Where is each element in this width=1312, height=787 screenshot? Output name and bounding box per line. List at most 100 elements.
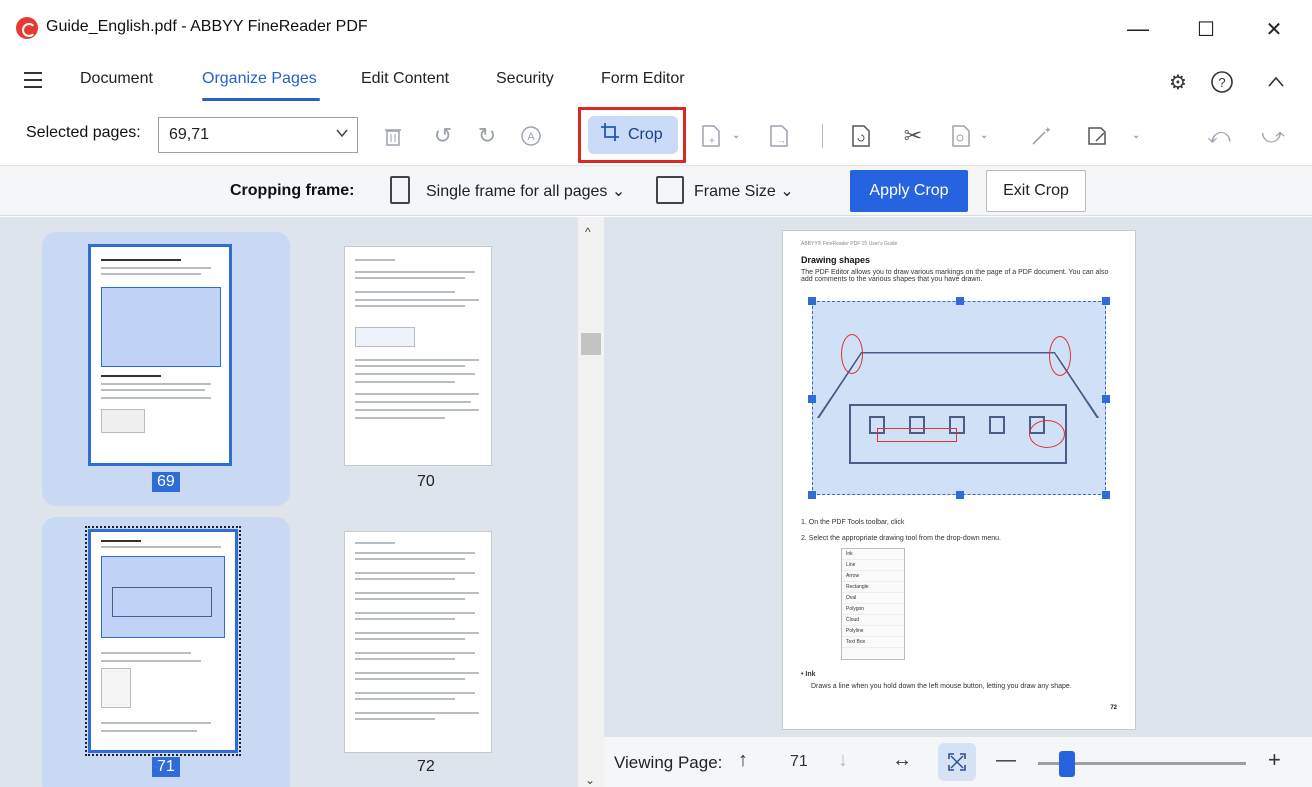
hamburger-menu-icon[interactable] bbox=[24, 72, 42, 88]
thumbnail-page-number: 70 bbox=[417, 473, 435, 490]
single-frame-dropdown[interactable]: Single frame for all pages ⌄ bbox=[426, 181, 625, 201]
svg-text:A: A bbox=[527, 131, 535, 143]
page-intro-text: The PDF Editor allows you to draw variou… bbox=[801, 269, 1109, 283]
tool-rectangle: Rectangle bbox=[842, 582, 904, 593]
auto-rotate-icon[interactable]: A bbox=[516, 121, 546, 151]
selected-pages-combobox[interactable]: 69,71 bbox=[158, 117, 358, 153]
fit-width-icon[interactable]: ↔ bbox=[892, 749, 912, 772]
thumbnail-page-70[interactable]: 70 bbox=[300, 232, 548, 506]
settings-gear-icon[interactable]: ⚙ bbox=[1164, 68, 1192, 96]
tool-line: Line bbox=[842, 560, 904, 571]
help-icon[interactable]: ? bbox=[1208, 68, 1236, 96]
page-thumbnails-pane: 69 70 71 72 bbox=[0, 217, 578, 787]
thumbnail-page-image bbox=[344, 246, 492, 466]
tab-form-editor[interactable]: Form Editor bbox=[601, 70, 685, 88]
viewing-page-label: Viewing Page: bbox=[614, 753, 723, 772]
delete-trash-icon[interactable] bbox=[378, 121, 408, 151]
crop-overlay bbox=[101, 556, 225, 638]
tab-security[interactable]: Security bbox=[496, 70, 554, 88]
add-page-icon[interactable]: + bbox=[696, 121, 726, 151]
selected-pages-value: 69,71 bbox=[169, 126, 210, 143]
tool-polyline: Polyline bbox=[842, 626, 904, 637]
page-heading: Drawing shapes bbox=[801, 255, 871, 265]
scroll-down-arrow-icon[interactable]: ⌄ bbox=[585, 773, 595, 787]
tool-arrow: Arrow bbox=[842, 571, 904, 582]
crop-handle-bottom-left[interactable] bbox=[808, 491, 816, 499]
split-scissors-icon[interactable]: ✂ bbox=[898, 121, 928, 151]
scrollbar-thumb[interactable] bbox=[581, 333, 601, 355]
toolbar-divider bbox=[822, 124, 823, 148]
tab-edit-content[interactable]: Edit Content bbox=[361, 70, 449, 88]
crop-overlay bbox=[101, 287, 221, 367]
page-search-icon[interactable] bbox=[946, 121, 976, 151]
current-page-number[interactable]: 71 bbox=[790, 753, 808, 771]
tool-ink: Ink bbox=[842, 549, 904, 560]
save-edit-icon[interactable] bbox=[1082, 121, 1112, 151]
crop-handle-top-left[interactable] bbox=[808, 297, 816, 305]
thumbnail-page-number: 71 bbox=[152, 757, 180, 777]
tool-polygon: Polygon bbox=[842, 604, 904, 615]
rotate-right-icon[interactable]: ↻ bbox=[472, 121, 502, 151]
cropping-frame-label: Cropping frame: bbox=[230, 182, 355, 199]
maximize-button[interactable]: ☐ bbox=[1184, 10, 1228, 48]
thumbnail-page-72[interactable]: 72 bbox=[300, 517, 548, 787]
previous-page-arrow-icon[interactable]: ↑ bbox=[738, 749, 748, 772]
minimize-button[interactable]: — bbox=[1116, 10, 1160, 48]
svg-text:+: + bbox=[709, 136, 715, 147]
extract-page-icon[interactable]: → bbox=[764, 121, 794, 151]
thumbnails-scrollbar[interactable]: ^ ⌄ bbox=[578, 217, 604, 787]
redo-icon[interactable]: ⤻ bbox=[1258, 121, 1288, 151]
menu-bar: Document Organize Pages Edit Content Sec… bbox=[0, 58, 1312, 104]
frame-size-dropdown[interactable]: Frame Size ⌄ bbox=[694, 181, 794, 201]
active-tab-indicator bbox=[202, 98, 320, 101]
frame-size-dropdown-label: Frame Size bbox=[694, 183, 776, 200]
tab-organize-pages[interactable]: Organize Pages bbox=[202, 70, 317, 88]
thumbnail-page-69[interactable]: 69 bbox=[42, 232, 290, 506]
thumbnail-page-71[interactable]: 71 bbox=[42, 517, 290, 787]
close-button[interactable]: ✕ bbox=[1252, 10, 1296, 48]
zoom-out-icon[interactable]: — bbox=[996, 749, 1016, 772]
chevron-down-icon[interactable] bbox=[335, 125, 349, 141]
fit-page-icon[interactable] bbox=[938, 743, 976, 781]
window-title: Guide_English.pdf - ABBYY FineReader PDF bbox=[46, 18, 368, 35]
finereader-logo-icon bbox=[16, 17, 38, 39]
page-step-1: 1. On the PDF Tools toolbar, click bbox=[801, 519, 905, 526]
title-bar: Guide_English.pdf - ABBYY FineReader PDF… bbox=[0, 0, 1312, 58]
undo-icon[interactable]: ⤺ bbox=[1204, 121, 1234, 151]
single-frame-icon bbox=[390, 176, 410, 204]
next-page-arrow-icon[interactable]: ↓ bbox=[838, 749, 848, 772]
single-frame-dropdown-label: Single frame for all pages bbox=[426, 183, 608, 200]
scroll-up-arrow-icon[interactable]: ^ bbox=[585, 225, 591, 239]
save-edit-dropdown-caret[interactable]: ⌄ bbox=[1132, 130, 1140, 141]
svg-text:✦: ✦ bbox=[1044, 125, 1052, 135]
document-page: ABBYY® FineReader PDF 15 User's Guide Dr… bbox=[782, 230, 1136, 730]
thumbnail-page-number: 69 bbox=[152, 472, 180, 492]
page-number: 72 bbox=[1110, 705, 1117, 711]
crop-handle-bottom[interactable] bbox=[956, 491, 964, 499]
replace-page-icon[interactable] bbox=[846, 121, 876, 151]
add-page-dropdown-caret[interactable]: ⌄ bbox=[732, 130, 740, 141]
crop-handle-left[interactable] bbox=[808, 395, 816, 403]
thumbnail-page-image bbox=[344, 531, 492, 753]
collapse-ribbon-chevron-icon[interactable] bbox=[1262, 68, 1290, 96]
house-drawing bbox=[816, 324, 1100, 474]
page-header: ABBYY® FineReader PDF 15 User's Guide bbox=[801, 241, 898, 247]
crop-handle-right[interactable] bbox=[1102, 395, 1110, 403]
zoom-slider-thumb[interactable] bbox=[1059, 751, 1076, 777]
magic-wand-icon[interactable]: ✦ bbox=[1026, 121, 1056, 151]
exit-crop-button[interactable]: Exit Crop bbox=[986, 170, 1086, 212]
svg-text:→: → bbox=[777, 135, 786, 145]
crop-handle-top[interactable] bbox=[956, 297, 964, 305]
crop-handle-top-right[interactable] bbox=[1102, 297, 1110, 305]
drawing-tools-menu-image: Ink Line Arrow Rectangle Oval Polygon Cl… bbox=[841, 548, 905, 660]
tab-document[interactable]: Document bbox=[80, 70, 153, 88]
document-viewer: ABBYY® FineReader PDF 15 User's Guide Dr… bbox=[604, 217, 1312, 737]
apply-crop-button[interactable]: Apply Crop bbox=[850, 170, 968, 212]
crop-handle-bottom-right[interactable] bbox=[1102, 491, 1110, 499]
crop-frame[interactable] bbox=[808, 297, 1110, 499]
svg-text:?: ? bbox=[1218, 75, 1225, 90]
zoom-in-icon[interactable]: + bbox=[1268, 747, 1281, 773]
page-search-dropdown-caret[interactable]: ⌄ bbox=[980, 130, 988, 141]
rotate-left-icon[interactable]: ↺ bbox=[428, 121, 458, 151]
page-step-2: 2. Select the appropriate drawing tool f… bbox=[801, 535, 1002, 542]
